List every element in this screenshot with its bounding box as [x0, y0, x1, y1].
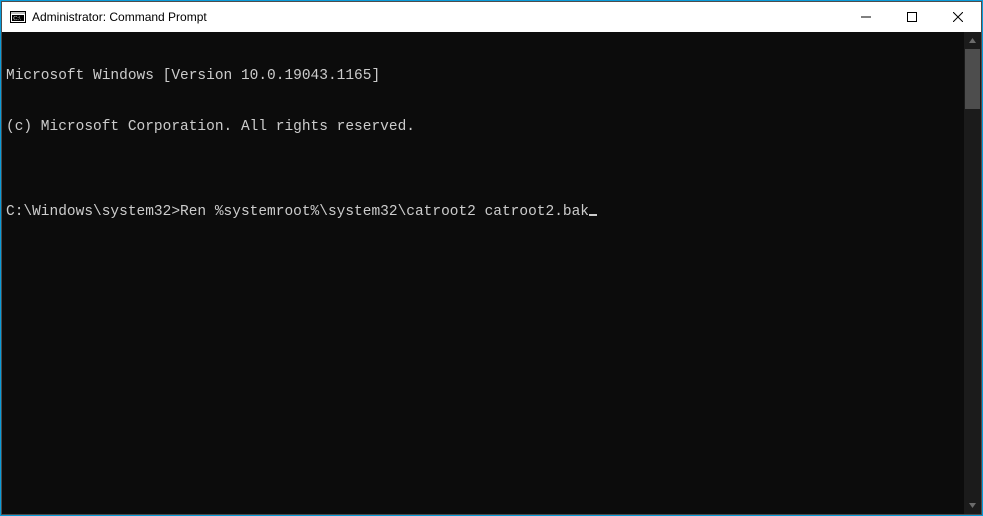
console-line: (c) Microsoft Corporation. All rights re…	[6, 119, 960, 136]
console-line: Microsoft Windows [Version 10.0.19043.11…	[6, 68, 960, 85]
console-output[interactable]: Microsoft Windows [Version 10.0.19043.11…	[2, 32, 964, 514]
client-area: Microsoft Windows [Version 10.0.19043.11…	[2, 32, 981, 514]
scrollbar-track[interactable]	[964, 49, 981, 497]
close-button[interactable]	[935, 2, 981, 32]
window-title: Administrator: Command Prompt	[32, 10, 207, 24]
scroll-down-button[interactable]	[964, 497, 981, 514]
minimize-button[interactable]	[843, 2, 889, 32]
scrollbar-thumb[interactable]	[965, 49, 980, 109]
text-cursor-icon	[589, 214, 597, 217]
titlebar[interactable]: C:\ Administrator: Command Prompt	[2, 2, 981, 32]
scroll-up-button[interactable]	[964, 32, 981, 49]
app-icon: C:\	[10, 9, 26, 25]
prompt-line: C:\Windows\system32>Ren %systemroot%\sys…	[6, 204, 960, 221]
vertical-scrollbar[interactable]	[964, 32, 981, 514]
command-input[interactable]: Ren %systemroot%\system32\catroot2 catro…	[180, 204, 589, 220]
window-controls	[843, 2, 981, 32]
command-prompt-window: C:\ Administrator: Command Prompt Micros…	[1, 1, 982, 515]
svg-text:C:\: C:\	[13, 16, 21, 22]
prompt-text: C:\Windows\system32>	[6, 204, 180, 220]
maximize-button[interactable]	[889, 2, 935, 32]
